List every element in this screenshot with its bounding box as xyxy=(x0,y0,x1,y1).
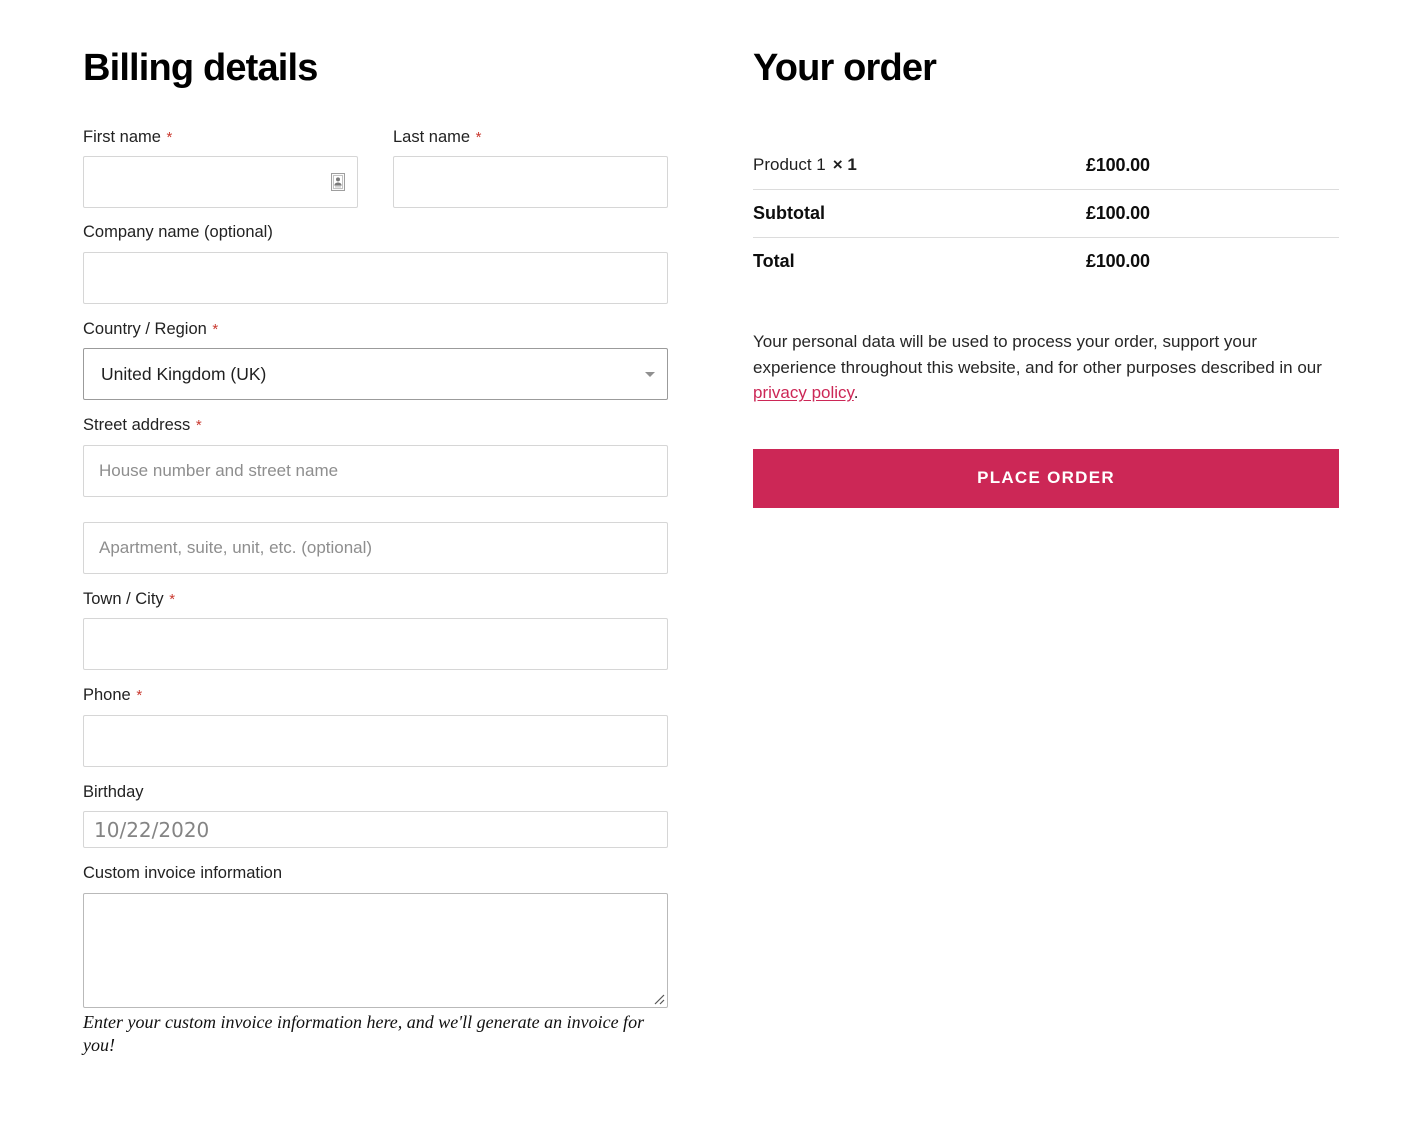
order-item-name: Product 1 xyxy=(753,155,826,175)
custom-invoice-control xyxy=(83,892,668,1008)
your-order-heading: Your order xyxy=(753,47,937,89)
place-order-button[interactable]: PLACE ORDER xyxy=(753,448,1339,508)
total-value: £100.00 xyxy=(1086,237,1339,286)
country-label-text: Country / Region xyxy=(83,319,207,338)
street-address-field: Street address * xyxy=(83,415,668,574)
first-name-label-text: First name xyxy=(83,128,161,147)
street-address-input[interactable] xyxy=(83,444,668,497)
street-address-label-text: Street address xyxy=(83,416,191,435)
company-name-control xyxy=(83,251,668,304)
phone-input[interactable] xyxy=(83,714,668,767)
town-city-input[interactable] xyxy=(83,618,668,671)
country-select-wrapper: United Kingdom (UK) xyxy=(83,348,668,401)
table-row: Subtotal £100.00 xyxy=(753,189,1339,238)
required-asterisk: * xyxy=(212,320,219,338)
billing-details-column: Billing details First name * Last name *… xyxy=(83,47,668,1072)
custom-invoice-help-text: Enter your custom invoice information he… xyxy=(83,1011,645,1055)
table-row: Product 1 × 1 £100.00 xyxy=(753,141,1339,190)
phone-field: Phone * xyxy=(83,685,668,767)
order-review-table: Product 1 × 1 £100.00 Subtotal £100.00 To… xyxy=(753,141,1339,286)
street-address-label: Street address * xyxy=(83,415,668,436)
phone-label-text: Phone xyxy=(83,686,131,705)
privacy-notice-text-after: . xyxy=(853,383,859,403)
phone-control xyxy=(83,714,668,767)
last-name-control xyxy=(393,156,668,209)
country-select[interactable]: United Kingdom (UK) xyxy=(83,348,668,401)
birthday-control xyxy=(83,811,668,849)
checkout-page: Billing details First name * Last name *… xyxy=(0,0,1422,1138)
required-asterisk: * xyxy=(136,687,143,705)
order-item-name-cell: Product 1 × 1 xyxy=(753,141,1086,190)
required-asterisk: * xyxy=(166,129,173,147)
country-label: Country / Region * xyxy=(83,319,668,340)
required-asterisk: * xyxy=(475,129,482,147)
name-row: First name * Last name * xyxy=(83,127,668,209)
street-address-line2-input[interactable] xyxy=(83,521,668,574)
town-city-control xyxy=(83,618,668,671)
last-name-input[interactable] xyxy=(393,156,668,209)
birthday-input[interactable] xyxy=(83,811,668,849)
order-item-quantity: × 1 xyxy=(832,155,857,175)
total-label: Total xyxy=(753,237,1086,286)
order-summary-column: Your order Product 1 × 1 £100.00 Subtotal… xyxy=(753,47,1339,508)
subtotal-value: £100.00 xyxy=(1086,189,1339,238)
town-city-label-text: Town / City xyxy=(83,589,164,608)
country-field: Country / Region * United Kingdom (UK) xyxy=(83,319,668,401)
custom-invoice-field: Custom invoice information Enter your cu… xyxy=(83,863,668,1057)
birthday-label: Birthday xyxy=(83,782,144,801)
first-name-label: First name * xyxy=(83,127,358,148)
subtotal-label: Subtotal xyxy=(753,189,1086,238)
first-name-control xyxy=(83,156,358,209)
town-city-field: Town / City * xyxy=(83,589,668,671)
order-item-price: £100.00 xyxy=(1086,154,1150,175)
privacy-notice-text-before: Your personal data will be used to proce… xyxy=(753,332,1322,377)
first-name-field: First name * xyxy=(83,127,358,209)
billing-details-heading: Billing details xyxy=(83,47,318,89)
contact-card-autofill-icon[interactable] xyxy=(331,173,345,192)
table-row: Total £100.00 xyxy=(753,237,1339,286)
privacy-policy-notice: Your personal data will be used to proce… xyxy=(753,329,1333,406)
required-asterisk: * xyxy=(169,590,176,608)
custom-invoice-textarea[interactable] xyxy=(83,892,668,1008)
required-asterisk: * xyxy=(195,417,202,435)
first-name-input[interactable] xyxy=(83,156,358,209)
custom-invoice-label: Custom invoice information xyxy=(83,864,282,883)
last-name-label: Last name * xyxy=(393,127,668,148)
last-name-field: Last name * xyxy=(393,127,668,209)
street-address-2-control xyxy=(83,521,668,574)
privacy-policy-link[interactable]: privacy policy xyxy=(753,383,854,402)
company-name-input[interactable] xyxy=(83,251,668,304)
last-name-label-text: Last name xyxy=(393,128,471,147)
birthday-field: Birthday xyxy=(83,782,668,849)
company-name-label: Company name (optional) xyxy=(83,223,273,242)
phone-label: Phone * xyxy=(83,685,668,706)
town-city-label: Town / City * xyxy=(83,589,668,610)
street-address-control xyxy=(83,444,668,497)
company-name-field: Company name (optional) xyxy=(83,222,668,304)
